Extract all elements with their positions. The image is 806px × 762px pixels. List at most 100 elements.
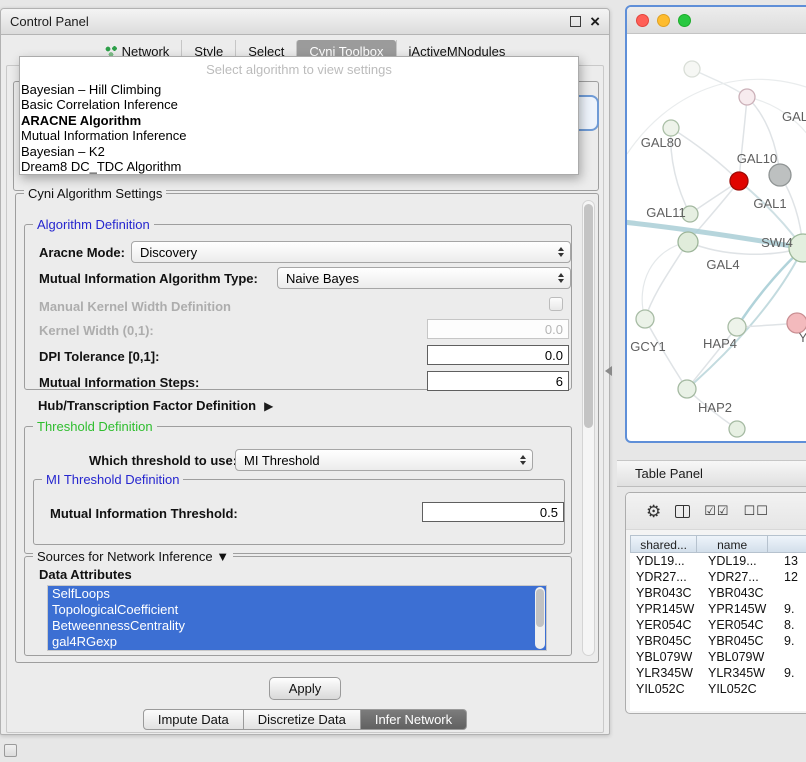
cell-value [778,585,806,601]
network-node[interactable] [663,120,679,136]
network-edge [692,69,747,97]
algorithm-dropdown-prompt: Select algorithm to view settings [20,57,578,82]
bottom-tab[interactable]: Infer Network [361,709,467,730]
settings-scrollbar[interactable] [582,200,595,656]
table-row[interactable]: YBR045C YBR045C 9. [630,633,806,649]
which-threshold-value: MI Threshold [244,453,320,468]
network-node[interactable] [739,89,755,105]
attribute-item[interactable]: TopologicalCoefficient [48,602,546,618]
which-threshold-label: Which threshold to use: [89,453,237,468]
mi-steps-field[interactable] [427,371,569,391]
network-node[interactable] [730,172,748,190]
network-edge [739,97,747,181]
column-header[interactable]: name [697,535,768,553]
aracne-mode-select[interactable]: Discovery [131,241,571,263]
data-attributes-list: SelfLoopsTopologicalCoefficientBetweenne… [47,585,547,651]
stepper-arrows-icon [516,450,529,470]
hub-definition-section[interactable]: Hub/Transcription Factor Definition ▶ [38,398,273,413]
table-panel-header[interactable]: Table Panel [617,460,806,487]
cell-shared-name: YBR045C [630,633,702,649]
cell-name: YBR045C [702,633,778,649]
resize-grip[interactable] [4,744,17,757]
dpi-tolerance-field[interactable] [427,345,569,365]
mi-threshold-field[interactable] [422,502,564,522]
float-panel-icon[interactable] [570,16,581,27]
table-row[interactable]: YBL079W YBL079W [630,649,806,665]
network-node[interactable] [678,232,698,252]
manual-kernel-checkbox[interactable] [549,297,563,311]
zoom-traffic-light-icon[interactable] [678,14,691,27]
network-edge [645,319,687,389]
mi-type-select[interactable]: Naive Bayes [277,267,571,289]
algorithm-option[interactable]: Bayesian – Hill Climbing [20,82,578,97]
algorithm-option[interactable]: Basic Correlation Inference [20,97,578,112]
node-label: GAL80 [641,135,681,150]
bottom-tab[interactable]: Impute Data [143,709,244,730]
cell-name: YDL19... [702,553,778,569]
minimize-traffic-light-icon[interactable] [657,14,670,27]
table-row[interactable]: YBR043C YBR043C [630,585,806,601]
sources-group: Sources for Network Inference ▼ Data Att… [24,556,572,656]
cell-shared-name: YPR145W [630,601,702,617]
table-row[interactable]: YPR145W YPR145W 9. [630,601,806,617]
algorithm-option[interactable]: Bayesian – K2 [20,144,578,159]
network-svg[interactable]: GAL80GALGAL10GAL11GAL1SWI4GAL4GCY1HAP4YH… [627,34,806,442]
table-toolbar: ⚙ ☑☑ ☐☐ [626,493,806,530]
table-row[interactable]: YLR345W YLR345W 9. [630,665,806,681]
algorithm-definition-group: Algorithm Definition Aracne Mode: Discov… [24,224,572,390]
table-row[interactable]: YIL052C YIL052C [630,681,806,697]
deselect-all-icon[interactable]: ☐☐ [744,503,769,519]
cell-name: YLR345W [702,665,778,681]
column-header[interactable] [768,535,806,553]
sources-group-title[interactable]: Sources for Network Inference ▼ [33,549,233,564]
mi-type-value: Naive Bayes [286,271,359,286]
cell-shared-name: YDR27... [630,569,702,585]
attribute-item[interactable]: gal4RGexp [48,634,546,650]
kernel-width-field[interactable] [427,319,569,339]
attribute-item[interactable]: BetweennessCentrality [48,618,546,634]
network-node[interactable] [636,310,654,328]
gear-icon[interactable]: ⚙ [646,503,661,520]
mi-type-label: Mutual Information Algorithm Type: [39,271,258,286]
table-row[interactable]: YDR27... YDR27... 12 [630,569,806,585]
close-icon[interactable]: × [590,13,600,30]
table-row[interactable]: YER054C YER054C 8. [630,617,806,633]
algorithm-option[interactable]: ARACNE Algorithm [20,113,578,128]
column-header[interactable]: shared... [630,535,697,553]
network-node[interactable] [684,61,700,77]
cell-value: 9. [778,601,806,617]
apply-button[interactable]: Apply [269,677,341,700]
bottom-tab[interactable]: Discretize Data [244,709,361,730]
network-edge [645,242,688,319]
network-node[interactable] [729,421,745,437]
algorithm-dropdown-list: Bayesian – Hill ClimbingBasic Correlatio… [20,82,578,174]
stepper-arrows-icon [554,242,567,262]
network-node[interactable] [678,380,696,398]
cell-shared-name: YDL19... [630,553,702,569]
columns-icon[interactable] [675,505,690,518]
attribute-item[interactable]: SelfLoops [48,586,546,602]
network-titlebar[interactable] [627,7,806,34]
table-body: YDL19... YDL19... 13 YDR27... YDR27... 1… [630,553,806,711]
network-node[interactable] [728,318,746,336]
mi-threshold-label: Mutual Information Threshold: [50,506,238,521]
cell-shared-name: YBR043C [630,585,702,601]
table-row[interactable]: YDL19... YDL19... 13 [630,553,806,569]
list-scrollbar[interactable] [535,587,545,649]
which-threshold-select[interactable]: MI Threshold [235,449,533,471]
node-label: HAP4 [703,336,737,351]
expand-arrow-icon[interactable]: ▶ [264,399,273,413]
algorithm-option[interactable]: Dream8 DC_TDC Algorithm [20,159,578,174]
network-node[interactable] [769,164,791,186]
scrollbar-thumb[interactable] [584,204,593,428]
control-panel-titlebar[interactable]: Control Panel × [1,9,609,35]
algorithm-dropdown-popup: Select algorithm to view settings Bayesi… [19,56,579,175]
select-all-icon[interactable]: ☑☑ [704,503,729,519]
aracne-mode-label: Aracne Mode: [39,245,125,260]
close-traffic-light-icon[interactable] [636,14,649,27]
kernel-width-label: Kernel Width (0,1): [39,323,154,338]
panel-title: Control Panel [10,14,89,29]
algorithm-option[interactable]: Mutual Information Inference [20,128,578,143]
table-window: ⚙ ☑☑ ☐☐ shared...name YDL19... YDL19... … [625,492,806,714]
splitter-collapse-arrow[interactable] [605,366,612,376]
